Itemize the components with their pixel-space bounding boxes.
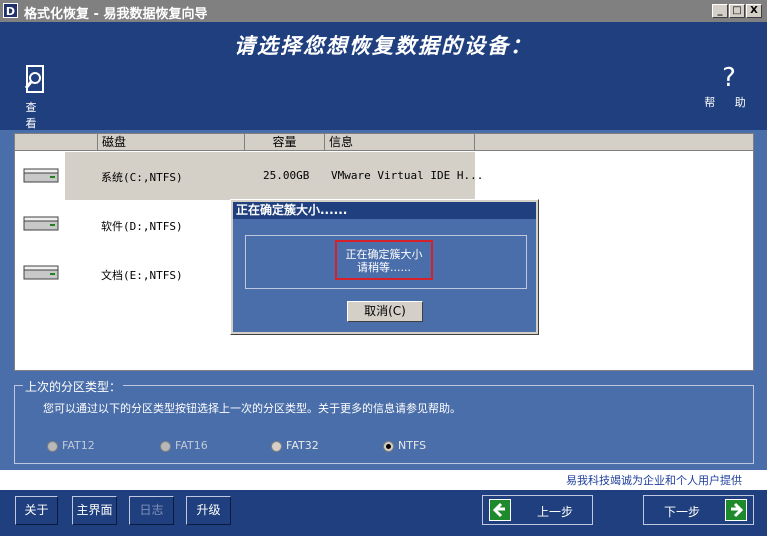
- disk-name: 文档(E:,NTFS): [101, 269, 183, 282]
- page-title: 请选择您想恢复数据的设备：: [234, 34, 533, 58]
- disk-name: 软件(D:,NTFS): [101, 220, 183, 233]
- radio-label: FAT12: [62, 439, 95, 452]
- footer-slogan: 易我科技竭诚为企业和个人用户提供: [566, 474, 742, 487]
- hard-drive-icon: [23, 265, 59, 280]
- radio-dot-icon: [271, 440, 282, 452]
- column-header-filler: [475, 134, 753, 151]
- next-button[interactable]: 下一步: [643, 495, 754, 525]
- radio-label: NTFS: [398, 439, 427, 452]
- magnifier-document-icon: [24, 65, 44, 93]
- progress-dialog: 正在确定簇大小...... 正在确定簇大小 请稍等...... 取消(C): [230, 199, 539, 335]
- disk-row[interactable]: 系统(C:,NTFS) 25.00GB VMware Virtual IDE H…: [15, 152, 753, 200]
- help-icon: ?: [722, 63, 736, 93]
- dialog-message: 正在确定簇大小 请稍等......: [335, 240, 433, 280]
- log-button[interactable]: 日志: [129, 496, 174, 525]
- column-header-disk[interactable]: 磁盘: [98, 134, 245, 151]
- dialog-body: 正在确定簇大小 请稍等...... 取消(C): [233, 219, 536, 332]
- radio-label: FAT16: [175, 439, 208, 452]
- hard-drive-icon: [23, 168, 59, 183]
- disk-name: 系统(C:,NTFS): [101, 171, 183, 184]
- footer-bar: 易我科技竭诚为企业和个人用户提供: [0, 470, 767, 490]
- next-label: 下一步: [664, 505, 701, 519]
- radio-fat12[interactable]: FAT12: [47, 439, 95, 452]
- app-window: D 格式化恢复 - 易我数据恢复向导 _ □ X 请选择您想恢复数据的设备： 查…: [0, 0, 767, 536]
- prev-button[interactable]: 上一步: [482, 495, 593, 525]
- arrow-right-icon: [725, 499, 747, 521]
- radio-dot-icon: [47, 440, 58, 452]
- radio-fat16[interactable]: FAT16: [160, 439, 208, 452]
- close-button[interactable]: X: [746, 4, 762, 18]
- upgrade-button[interactable]: 升级: [186, 496, 231, 525]
- about-button[interactable]: 关于: [15, 496, 58, 525]
- main-menu-button[interactable]: 主界面: [72, 496, 117, 525]
- column-header-info[interactable]: 信息: [325, 134, 475, 151]
- prev-label: 上一步: [537, 505, 574, 519]
- app-logo-icon: D: [3, 3, 18, 18]
- radio-fat32[interactable]: FAT32: [271, 439, 319, 452]
- dialog-message-frame: 正在确定簇大小 请稍等......: [245, 235, 527, 289]
- dialog-message-line1: 正在确定簇大小: [345, 248, 423, 261]
- help-tool[interactable]: ? 帮 助: [704, 62, 754, 110]
- radio-dot-selected-icon: [383, 440, 394, 452]
- group-description: 您可以通过以下的分区类型按钮选择上一次的分区类型。关于更多的信息请参见帮助。: [43, 402, 461, 415]
- header-band: 请选择您想恢复数据的设备： 查 看 ? 帮 助: [0, 22, 767, 130]
- window-title: 格式化恢复 - 易我数据恢复向导: [24, 7, 208, 22]
- disk-size: 25.00GB: [263, 169, 310, 182]
- maximize-button[interactable]: □: [729, 4, 745, 18]
- group-legend: 上次的分区类型：: [23, 378, 124, 395]
- disk-info: VMware Virtual IDE H...: [331, 169, 484, 182]
- bottom-toolbar: 关于 主界面 日志 升级 上一步 下一步: [0, 490, 767, 536]
- dialog-title: 正在确定簇大小......: [233, 202, 536, 219]
- hard-drive-icon: [23, 216, 59, 231]
- radio-ntfs[interactable]: NTFS: [383, 439, 426, 452]
- view-tool[interactable]: 查 看: [18, 64, 52, 131]
- minimize-button[interactable]: _: [712, 4, 728, 18]
- partition-type-group: 上次的分区类型： 您可以通过以下的分区类型按钮选择上一次的分区类型。关于更多的信…: [14, 378, 754, 464]
- title-bar: D 格式化恢复 - 易我数据恢复向导 _ □ X: [0, 0, 767, 22]
- help-label: 帮 助: [704, 96, 754, 109]
- radio-dot-icon: [160, 440, 171, 452]
- column-header-size[interactable]: 容量: [245, 134, 325, 151]
- view-label: 查 看: [25, 101, 45, 130]
- cancel-button[interactable]: 取消(C): [347, 301, 423, 322]
- dialog-message-line2: 请稍等......: [357, 261, 411, 274]
- arrow-left-icon: [489, 499, 511, 521]
- column-header-icon: [15, 134, 98, 151]
- radio-label: FAT32: [286, 439, 319, 452]
